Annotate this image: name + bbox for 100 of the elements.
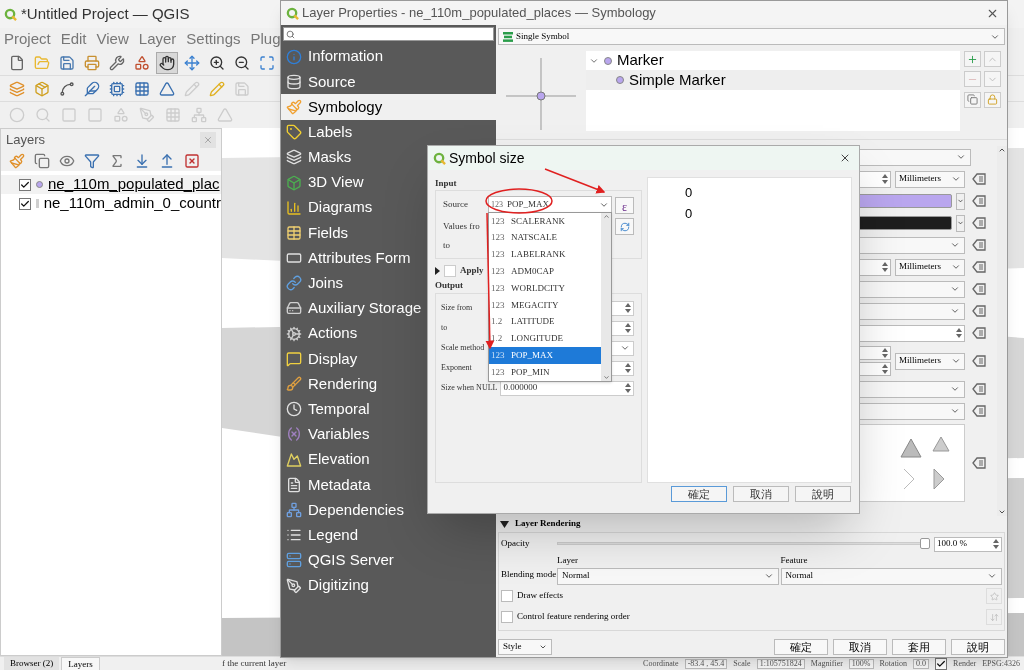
field-label: to [443, 239, 451, 253]
sidebar-item[interactable]: Legend [281, 522, 496, 548]
list-item[interactable]: 123 WORLDCITY [489, 280, 601, 297]
layer-tree-row[interactable]: ne_110m_populated_plac [1, 175, 221, 194]
tree-item[interactable]: Simple Marker [586, 70, 960, 90]
menu-item[interactable]: Project [4, 27, 51, 51]
check-icon [936, 658, 947, 669]
sidebar-item[interactable]: Digitizing [281, 572, 496, 599]
list-item[interactable]: 123 POP_MAX [489, 347, 601, 365]
spin-arrows-icon[interactable] [955, 327, 963, 339]
tree-item[interactable]: Marker [586, 51, 960, 70]
sidebar-item[interactable]: Labels [281, 119, 496, 145]
storage-icon [286, 300, 302, 317]
spin-arrows-icon[interactable] [881, 261, 889, 273]
spin-arrows-icon[interactable] [881, 173, 889, 185]
sidebar-item[interactable]: QGIS Server [281, 547, 496, 573]
data-defined-icon [971, 217, 987, 229]
checkbox[interactable] [19, 178, 31, 191]
data-defined-icon [971, 305, 987, 317]
dialog-button[interactable]: 套用 [892, 639, 946, 655]
window-title: Layer Properties - ne_110m_populated_places — Symbology [302, 4, 656, 23]
color-menu-button[interactable] [956, 192, 965, 210]
spin-arrows-icon[interactable] [881, 347, 889, 359]
data-defined-icon [971, 355, 987, 367]
database-icon [286, 73, 302, 90]
sidebar-item[interactable]: Symbology [281, 94, 496, 120]
field-dropdown-menu[interactable]: 123 SCALERANK 123 NATSCALE 123 LABELRANK 123 ADM0CAP 123 WORLDCITY 123 MEGACITY 1.2 LATITUDE 1.2 LONGITUDE 123 POP_MAX 123 POP_MIN [488, 212, 612, 382]
dropdown[interactable]: Normal [557, 567, 779, 585]
list-item[interactable]: 123 MEGACITY [489, 297, 601, 314]
spline-icon [59, 80, 75, 97]
menu-item[interactable]: Layer [138, 27, 177, 51]
checkbox[interactable] [501, 611, 513, 623]
new-file-icon [9, 54, 25, 71]
menu-item[interactable]: Settings [186, 27, 241, 51]
crs-button[interactable]: EPSG:4326 [982, 659, 1020, 668]
field-label: Size when NULL [441, 382, 498, 394]
refresh-button[interactable] [615, 218, 634, 235]
layer-tree-row[interactable]: ne_110m_admin_0_countr [1, 194, 221, 213]
print-icon [84, 54, 100, 71]
dropdown[interactable]: Normal [780, 567, 1002, 585]
dialog-button[interactable]: 確定 [671, 486, 727, 502]
scrollbar[interactable] [997, 146, 1007, 516]
dialog-button[interactable]: 取消 [733, 486, 789, 502]
status-label: Rotation [879, 659, 908, 668]
unit-dropdown[interactable]: Millimeters [895, 170, 965, 188]
list-item[interactable]: 123 LABELRANK [489, 246, 601, 264]
checkbox[interactable] [501, 590, 513, 602]
clock-icon [286, 401, 302, 418]
dialog-button[interactable]: 確定 [774, 639, 828, 655]
search-field[interactable] [283, 27, 494, 41]
list-item[interactable]: 1.2 LATITUDE [489, 313, 601, 331]
menu-item[interactable]: Edit [60, 27, 87, 51]
dialog-button[interactable]: 說明 [795, 486, 851, 502]
collapsed-arrow-icon[interactable] [435, 267, 440, 275]
single-symbol-icon [503, 31, 513, 42]
list-item[interactable]: 123 NATSCALE [489, 229, 601, 247]
dialog-title: Symbol size [449, 148, 525, 168]
unit-dropdown[interactable]: Millimeters [895, 258, 965, 276]
shapes-icon [113, 107, 129, 123]
spin-arrows-icon[interactable] [624, 322, 632, 334]
bar-chart-icon [286, 199, 302, 216]
renderer-dropdown[interactable]: Single Symbol [498, 28, 1005, 45]
list-item[interactable]: 123 POP_MIN [489, 364, 601, 381]
dialog-button[interactable]: 說明 [951, 639, 1005, 655]
unit-dropdown[interactable]: Millimeters [895, 352, 965, 370]
section-title: Layer Rendering [515, 517, 581, 531]
menu-item[interactable]: View [96, 27, 129, 51]
panel-tab[interactable]: Browser (2) [4, 657, 60, 670]
add-layer-button[interactable] [964, 51, 981, 67]
status-label: Render [953, 659, 977, 668]
list-item[interactable]: 123 ADM0CAP [489, 263, 601, 281]
spin-arrows-icon[interactable] [881, 363, 889, 375]
spin-arrows-icon[interactable] [624, 362, 632, 374]
spin-arrows-icon[interactable] [624, 302, 632, 314]
document-icon [286, 476, 302, 493]
panel-tab[interactable]: Layers [61, 657, 100, 670]
spin-arrows-icon[interactable] [624, 382, 632, 394]
sidebar-item[interactable]: Source [281, 69, 496, 95]
star-icon [989, 591, 999, 601]
checkbox[interactable] [19, 197, 31, 210]
pan-button[interactable] [156, 51, 178, 74]
color-menu-button[interactable] [956, 214, 965, 232]
spin-box[interactable]: 100.0 % [934, 536, 1002, 552]
app-logo-icon [433, 151, 446, 165]
data-defined-icon [971, 327, 987, 339]
sidebar-item[interactable]: Information [281, 44, 496, 70]
list-item[interactable]: 123 SCALERANK [489, 213, 601, 230]
expanded-arrow-icon[interactable] [500, 520, 509, 528]
slider-thumb[interactable] [920, 538, 930, 549]
expression-button[interactable]: ε [615, 196, 634, 214]
data-defined-icon [971, 283, 987, 295]
list-item[interactable]: 1.2 LONGITUDE [489, 330, 601, 348]
duplicate-button[interactable] [964, 91, 981, 108]
checkbox[interactable] [444, 265, 456, 277]
style-button[interactable]: Style [498, 639, 552, 655]
scrollbar[interactable] [601, 213, 611, 381]
spin-arrows-icon[interactable] [992, 538, 1000, 550]
plus-icon [967, 53, 978, 65]
dialog-button[interactable]: 取消 [833, 639, 887, 655]
search-icon [286, 29, 295, 39]
